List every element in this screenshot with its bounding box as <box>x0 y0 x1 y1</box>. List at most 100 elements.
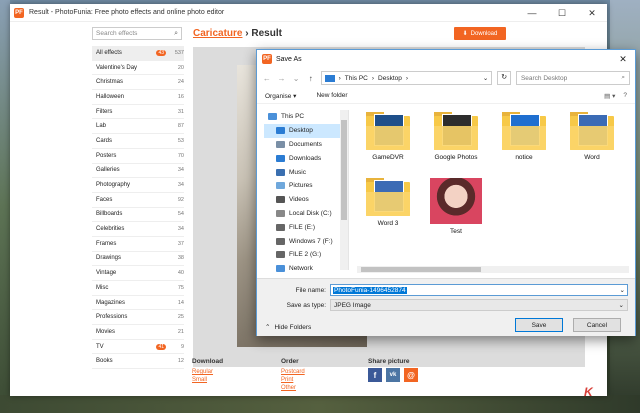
nav-item-label: Downloads <box>289 154 322 162</box>
category-item[interactable]: Billboards 54 <box>92 208 184 223</box>
category-item[interactable]: Magazines 14 <box>92 296 184 311</box>
category-count: 12 <box>177 358 184 365</box>
category-item[interactable]: All effects 43 537 <box>92 46 184 61</box>
category-count: 75 <box>177 284 184 291</box>
address-bar[interactable]: › This PC › Desktop › ⌄ <box>320 71 493 85</box>
category-label: Posters <box>96 152 117 159</box>
nav-item[interactable]: Downloads <box>264 151 348 165</box>
download-icon: ⬇ <box>462 31 468 37</box>
nav-item-icon <box>276 168 285 176</box>
category-item[interactable]: Movies 21 <box>92 325 184 340</box>
file-list-scrollbar[interactable] <box>357 266 629 273</box>
up-arrow-icon[interactable]: ↑ <box>306 74 316 83</box>
maximize-button[interactable]: ☐ <box>547 4 577 22</box>
effects-search[interactable]: Search effects ⌕ <box>92 27 182 40</box>
nav-item[interactable]: Desktop <box>264 123 348 138</box>
organise-menu[interactable]: Organise ▾ <box>265 92 296 100</box>
path-this-pc[interactable]: This PC <box>345 75 368 82</box>
category-item[interactable]: Drawings 38 <box>92 252 184 267</box>
category-item[interactable]: Cards 53 <box>92 134 184 149</box>
folder-item[interactable]: GameDVR <box>357 112 419 161</box>
category-count: 9 <box>180 343 184 350</box>
address-dropdown-icon[interactable]: ⌄ <box>483 74 488 82</box>
nav-item[interactable]: Documents <box>264 138 348 152</box>
folder-item[interactable]: Word 3 <box>357 178 419 227</box>
save-button[interactable]: Save <box>515 318 563 332</box>
nav-pane-scrollbar[interactable] <box>340 110 348 270</box>
category-item[interactable]: Galleries 34 <box>92 164 184 179</box>
breadcrumb-separator: › <box>245 28 249 39</box>
file-name-label: Word 3 <box>377 220 399 227</box>
save-type-select[interactable]: JPEG Image ⌄ <box>330 299 628 311</box>
facebook-icon[interactable]: f <box>368 368 382 382</box>
nav-item[interactable]: Network <box>264 262 348 276</box>
category-item[interactable]: Misc 75 <box>92 281 184 296</box>
category-item[interactable]: Faces 92 <box>92 193 184 208</box>
vk-icon[interactable]: vk <box>386 368 400 382</box>
category-item[interactable]: Books 12 <box>92 354 184 370</box>
nav-item-icon <box>276 209 285 217</box>
breadcrumb-current: Result <box>251 28 282 39</box>
download-regular-link[interactable]: Regular <box>192 368 223 376</box>
folder-item[interactable]: Google Photos <box>425 112 487 161</box>
folder-item[interactable]: Word <box>561 112 623 161</box>
order-print-link[interactable]: Print <box>281 376 305 384</box>
nav-item[interactable]: Pictures <box>264 179 348 193</box>
category-item[interactable]: Filters 31 <box>92 105 184 120</box>
order-other-link[interactable]: Other <box>281 384 305 392</box>
breadcrumb-caricature-link[interactable]: Caricature <box>193 28 242 39</box>
nav-item-label: FILE 2 (G:) <box>289 251 322 259</box>
nav-item[interactable]: Videos <box>264 193 348 207</box>
file-name-dropdown-icon[interactable]: ⌄ <box>620 286 625 294</box>
category-count: 34 <box>177 226 184 233</box>
effects-search-input[interactable]: Search effects <box>96 30 174 37</box>
category-label: Halloween <box>96 93 125 100</box>
nav-item[interactable]: FILE (E:) <box>264 220 348 234</box>
category-item[interactable]: Professions 25 <box>92 310 184 326</box>
nav-item[interactable]: This PC <box>264 110 348 124</box>
category-item[interactable]: Celebrities 34 <box>92 222 184 237</box>
help-icon[interactable]: ? <box>623 92 627 100</box>
minimize-button[interactable]: — <box>517 4 547 22</box>
image-file-item[interactable]: Test <box>425 178 487 235</box>
download-small-link[interactable]: Small <box>192 376 223 384</box>
category-item[interactable]: Christmas 24 <box>92 75 184 91</box>
refresh-icon[interactable]: ↻ <box>497 71 511 85</box>
cancel-button[interactable]: Cancel <box>573 318 621 332</box>
file-name-value: PhotoFunia-1496452874 <box>333 286 407 294</box>
search-icon[interactable]: ⌕ <box>174 30 178 38</box>
nav-item[interactable]: Windows 7 (F:) <box>264 234 348 248</box>
category-item[interactable]: Valentine's Day 20 <box>92 61 184 76</box>
close-button[interactable]: ✕ <box>577 4 607 22</box>
nav-item[interactable]: Local Disk (C:) <box>264 207 348 221</box>
category-item[interactable]: Photography 34 <box>92 178 184 193</box>
forward-arrow-icon[interactable]: → <box>277 74 287 83</box>
nav-item-label: Music <box>289 168 306 176</box>
category-item[interactable]: Posters 70 <box>92 149 184 164</box>
category-item[interactable]: Vintage 40 <box>92 266 184 281</box>
nav-item-label: Videos <box>289 196 309 204</box>
dialog-toolbar: Organise ▾ New folder ▤ ▾ ? <box>257 88 635 104</box>
download-button[interactable]: ⬇ Download <box>454 27 506 40</box>
hide-folders-toggle[interactable]: ⌃ Hide Folders <box>265 323 311 332</box>
folder-icon <box>502 112 546 150</box>
category-item[interactable]: Halloween 16 <box>92 90 184 105</box>
new-folder-button[interactable]: New folder <box>316 92 347 99</box>
order-postcard-link[interactable]: Postcard <box>281 368 305 376</box>
view-options-icon[interactable]: ▤ ▾ <box>604 92 615 100</box>
nav-item[interactable]: FILE 2 (G:) <box>264 248 348 262</box>
category-label: Photography <box>96 182 131 189</box>
category-item[interactable]: TV 41 9 <box>92 340 184 355</box>
file-name-label: Word <box>584 154 600 161</box>
dialog-close-icon[interactable]: ✕ <box>611 54 635 65</box>
recent-chevron-icon[interactable]: ⌄ <box>291 74 301 83</box>
search-desktop-input[interactable]: Search Desktop ⌕ <box>515 71 631 85</box>
file-name-input[interactable]: PhotoFunia-1496452874 ⌄ <box>330 284 628 296</box>
category-item[interactable]: Lab 87 <box>92 119 184 135</box>
nav-item[interactable]: Music <box>264 165 348 179</box>
path-desktop[interactable]: Desktop <box>378 75 402 82</box>
email-icon[interactable]: @ <box>404 368 418 382</box>
category-item[interactable]: Frames 37 <box>92 237 184 252</box>
folder-item[interactable]: notice <box>493 112 555 161</box>
back-arrow-icon[interactable]: ← <box>262 74 272 83</box>
